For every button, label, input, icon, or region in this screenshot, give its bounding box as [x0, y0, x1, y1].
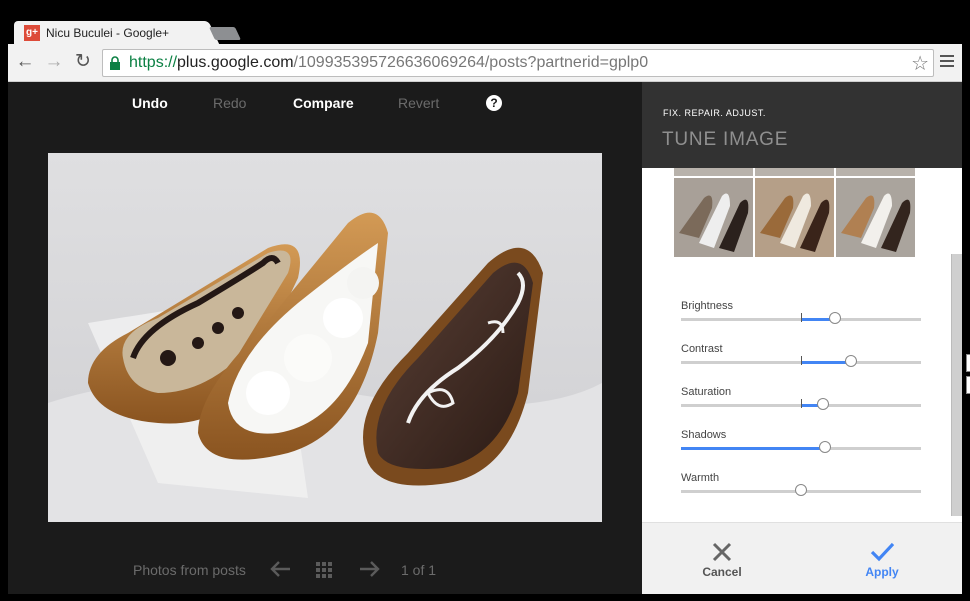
cancel-button[interactable]: Cancel [672, 523, 772, 594]
slider-center-tick [801, 399, 802, 408]
google-plus-favicon-icon: g+ [24, 25, 40, 41]
tab-title: Nicu Buculei - Google+ [46, 26, 170, 40]
slider-knob[interactable] [828, 312, 841, 324]
new-tab-button[interactable] [208, 27, 242, 40]
help-icon[interactable]: ? [486, 95, 502, 111]
next-arrow-icon[interactable] [356, 556, 382, 582]
url-text: https://plus.google.com/1099353957266360… [129, 54, 648, 72]
page-indicator: 1 of 1 [401, 562, 437, 578]
photo-viewer: Undo Redo Compare Revert ? Photos from p… [8, 82, 642, 594]
apply-label: Apply [865, 565, 899, 579]
forward-icon[interactable]: → [43, 51, 65, 73]
slider-label: Brightness [681, 300, 733, 312]
slider-label: Shadows [681, 429, 727, 441]
browser-toolbar: ← → ↻ https://plus.google.com/1099353957… [8, 44, 962, 82]
slider-knob[interactable] [795, 484, 807, 496]
filter-thumbnail[interactable] [755, 168, 834, 176]
panel-scrollbar[interactable] [951, 254, 962, 516]
filter-thumbnail[interactable] [755, 178, 834, 257]
address-bar[interactable]: https://plus.google.com/1099353957266360… [102, 49, 934, 77]
revert-button[interactable]: Revert [398, 95, 439, 111]
checkmark-icon [870, 542, 894, 562]
reload-icon[interactable]: ↻ [72, 51, 94, 73]
url-path: /109935395726636069264/posts?partnerid=g… [293, 54, 649, 71]
grid-icon[interactable] [316, 562, 332, 578]
panel-subtitle: FIX. REPAIR. ADJUST. [663, 108, 766, 118]
filter-thumbnail[interactable] [674, 168, 753, 176]
close-icon [712, 542, 732, 562]
slider-center-tick [801, 356, 802, 365]
apply-button[interactable]: Apply [832, 523, 932, 594]
photos-from-posts-link[interactable]: Photos from posts [133, 562, 246, 578]
compare-button[interactable]: Compare [293, 95, 354, 111]
slider-center-tick [801, 313, 802, 322]
cancel-label: Cancel [702, 565, 742, 579]
slider-label: Contrast [681, 343, 723, 355]
lock-icon [110, 56, 120, 70]
filter-thumbnail[interactable] [836, 178, 915, 257]
browser-tab[interactable]: g+ Nicu Buculei - Google+ [14, 21, 204, 45]
slider-knob[interactable] [816, 398, 829, 410]
panel-header: FIX. REPAIR. ADJUST. TUNE IMAGE [642, 82, 962, 168]
slider-fill [681, 447, 825, 450]
undo-button[interactable]: Undo [132, 95, 168, 111]
tab-strip: g+ Nicu Buculei - Google+ [0, 0, 970, 45]
slider-label: Saturation [681, 386, 732, 398]
photo-canvas [48, 153, 602, 522]
filter-thumbnail[interactable] [674, 178, 753, 257]
back-icon[interactable]: ← [14, 51, 36, 73]
panel-actions: Cancel Apply [642, 522, 962, 594]
slider-label: Warmth [681, 472, 720, 484]
previous-arrow-icon[interactable] [268, 556, 294, 582]
url-host: plus.google.com [177, 54, 294, 71]
url-scheme: https:// [129, 54, 178, 71]
star-icon[interactable]: ☆ [911, 51, 929, 76]
panel-title: TUNE IMAGE [662, 129, 789, 150]
redo-button[interactable]: Redo [213, 95, 246, 111]
tune-image-panel: FIX. REPAIR. ADJUST. TUNE IMAGE Brightne… [642, 82, 962, 594]
window-bottom-edge [8, 594, 962, 601]
slider-fill [801, 361, 852, 364]
window-edge [962, 44, 970, 601]
menu-icon[interactable] [940, 55, 954, 69]
slider-knob[interactable] [819, 441, 831, 453]
filter-thumbnail[interactable] [836, 168, 915, 176]
slider-knob[interactable] [845, 355, 858, 367]
